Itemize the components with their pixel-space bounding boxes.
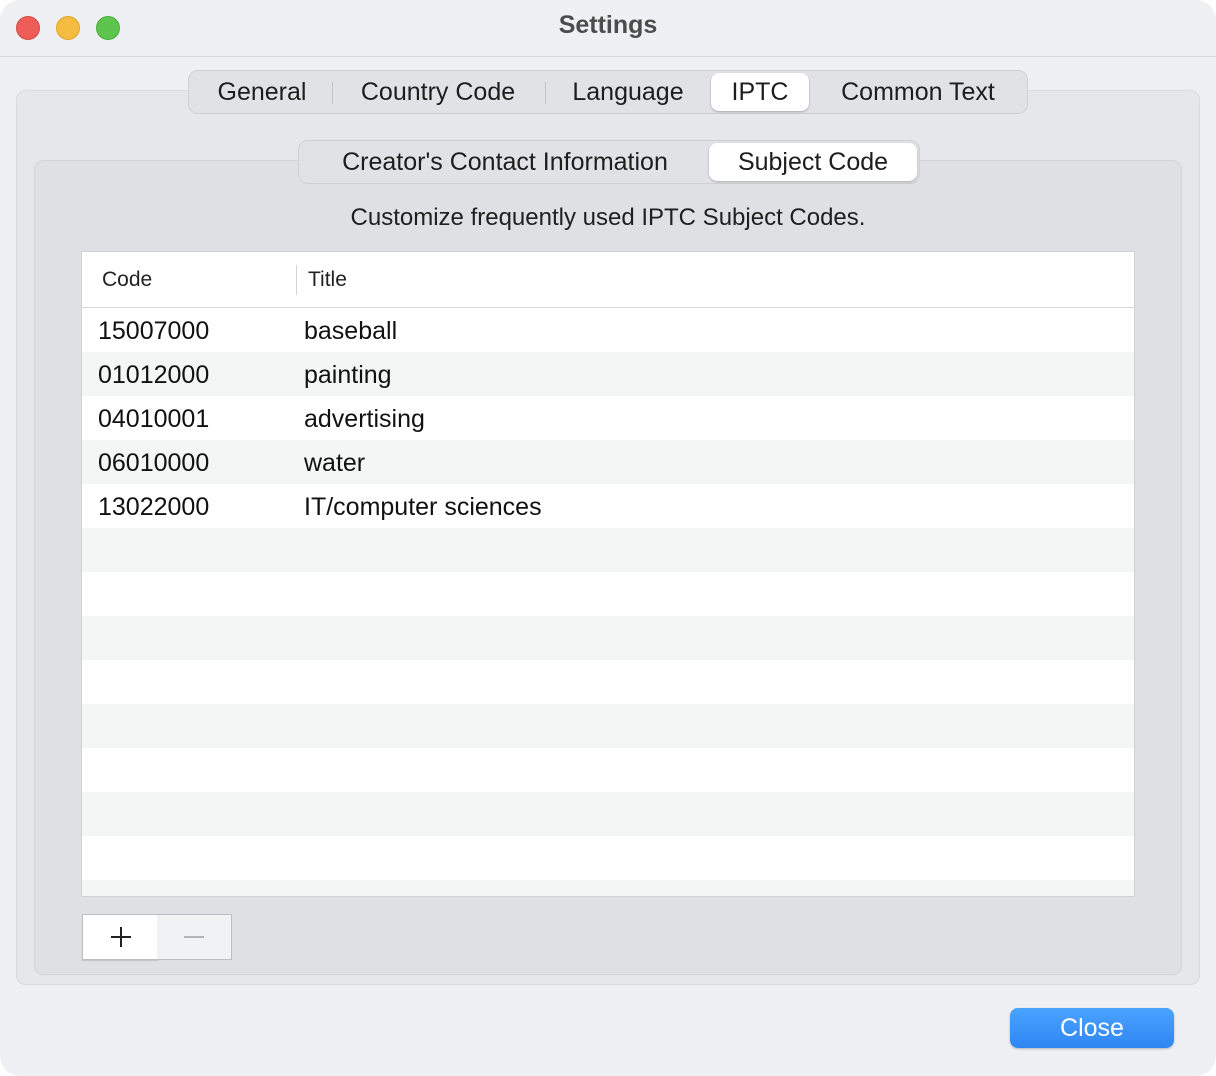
empty-row xyxy=(82,704,1134,748)
table-row[interactable]: 06010000 water xyxy=(82,440,1134,484)
column-separator[interactable] xyxy=(296,265,297,295)
code-cell: 06010000 xyxy=(98,449,210,477)
empty-row xyxy=(82,880,1134,896)
empty-row xyxy=(82,528,1134,572)
title-cell: IT/computer sciences xyxy=(304,493,542,521)
remove-subject-code-button[interactable] xyxy=(157,914,232,960)
tab-country-code[interactable]: Country Code xyxy=(339,73,537,111)
title-bar: Settings xyxy=(0,0,1216,57)
close-button[interactable]: Close xyxy=(1010,1008,1174,1048)
subject-code-table: Code Title 15007000 baseball 01012000 pa… xyxy=(81,251,1135,897)
title-cell: advertising xyxy=(304,405,425,433)
code-cell: 01012000 xyxy=(98,361,210,389)
title-cell: baseball xyxy=(304,317,398,345)
title-cell: water xyxy=(304,449,366,477)
table-row[interactable]: 04010001 advertising xyxy=(82,396,1134,440)
table-row[interactable]: 15007000 baseball xyxy=(82,308,1134,352)
window-title: Settings xyxy=(558,11,658,39)
tab-common-text[interactable]: Common Text xyxy=(815,73,1021,111)
column-header-code[interactable]: Code xyxy=(102,252,152,308)
sub-tab-bar: Creator's Contact Information Subject Co… xyxy=(298,140,920,184)
tab-separator xyxy=(545,82,546,104)
table-header: Code Title xyxy=(82,252,1134,308)
empty-row xyxy=(82,748,1134,792)
table-row[interactable]: 13022000 IT/computer sciences xyxy=(82,484,1134,528)
add-subject-code-button[interactable] xyxy=(82,914,158,960)
tab-creators-contact-information[interactable]: Creator's Contact Information xyxy=(305,143,705,181)
empty-row xyxy=(82,836,1134,880)
description-text: Customize frequently used IPTC Subject C… xyxy=(350,204,866,231)
column-header-title[interactable]: Title xyxy=(308,252,347,308)
tab-iptc[interactable]: IPTC xyxy=(711,73,809,111)
empty-row xyxy=(82,572,1134,616)
top-tab-bar: General Country Code Language IPTC Commo… xyxy=(188,70,1028,114)
code-cell: 15007000 xyxy=(98,317,210,345)
empty-row xyxy=(82,792,1134,836)
code-cell: 13022000 xyxy=(98,493,210,521)
settings-window: Settings General Country Code Language I… xyxy=(0,0,1216,1076)
minus-icon xyxy=(184,936,204,938)
tab-general[interactable]: General xyxy=(195,73,329,111)
empty-row xyxy=(82,660,1134,704)
tab-separator xyxy=(332,82,333,104)
code-cell: 04010001 xyxy=(98,405,210,433)
tab-language[interactable]: Language xyxy=(553,73,703,111)
tab-subject-code[interactable]: Subject Code xyxy=(709,143,917,181)
empty-row xyxy=(82,616,1134,660)
table-row[interactable]: 01012000 painting xyxy=(82,352,1134,396)
title-cell: painting xyxy=(304,361,392,389)
table-rows: 15007000 baseball 01012000 painting 0401… xyxy=(82,308,1134,896)
plus-icon xyxy=(111,927,131,947)
